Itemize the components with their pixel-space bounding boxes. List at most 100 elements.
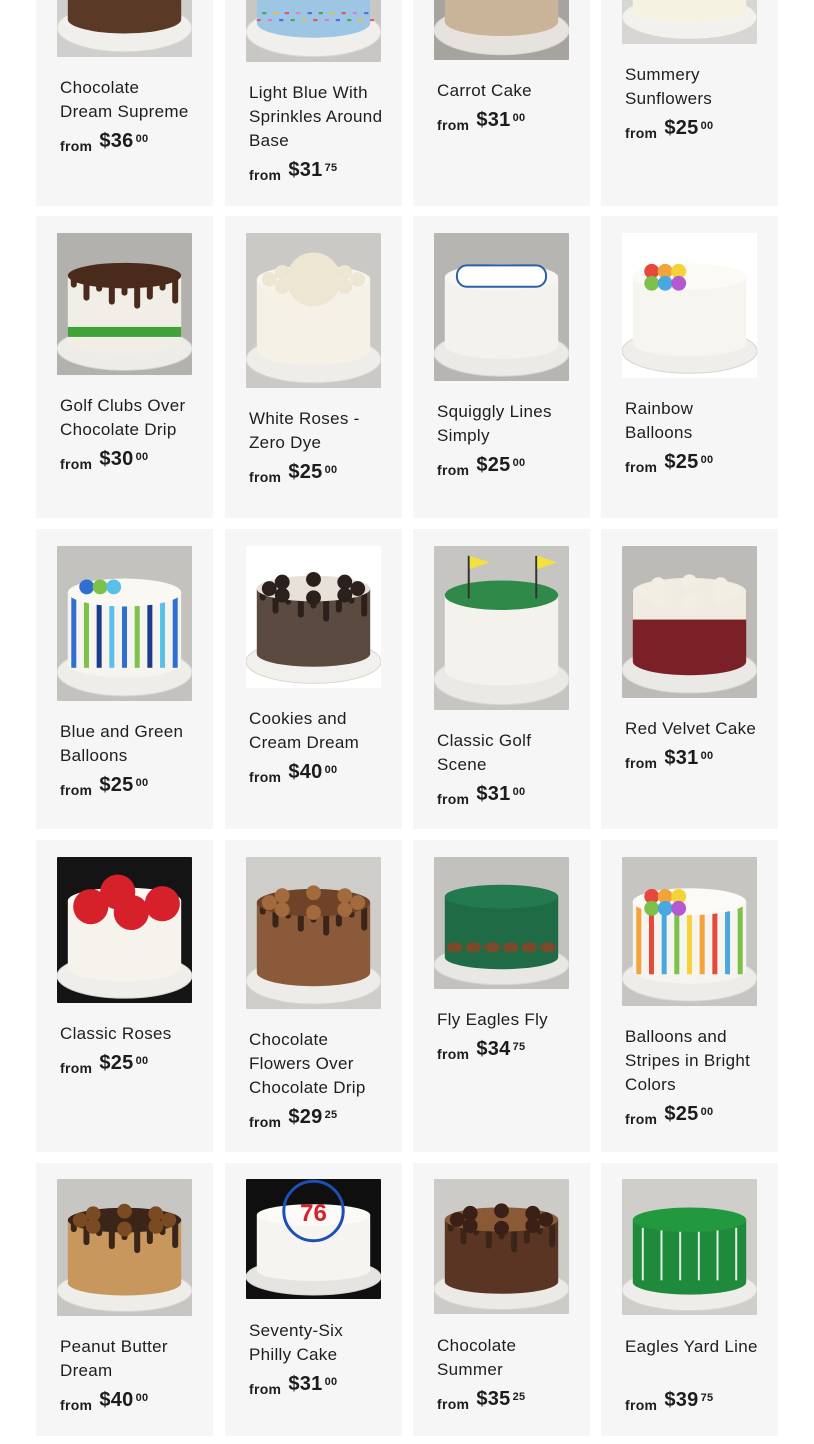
price-cents: 25 bbox=[324, 1109, 338, 1121]
svg-text:76: 76 bbox=[300, 1200, 327, 1227]
product-image[interactable] bbox=[434, 233, 569, 381]
product-card[interactable]: Chocolate Dream Supreme from $36 00 bbox=[36, 0, 213, 206]
product-card[interactable]: Squiggly Lines Simply from $25 00 bbox=[413, 216, 590, 518]
product-image[interactable] bbox=[434, 1179, 569, 1314]
product-price: from $30 00 bbox=[60, 448, 148, 472]
product-image[interactable] bbox=[434, 0, 569, 60]
product-card[interactable]: Summery Sunflowers from $25 00 bbox=[601, 0, 778, 206]
price-cents: 00 bbox=[135, 1392, 149, 1404]
product-card[interactable]: Carrot Cake from $31 00 bbox=[413, 0, 590, 206]
product-title[interactable]: White Roses - Zero Dye bbox=[249, 407, 384, 455]
product-title[interactable]: Blue and Green Balloons bbox=[60, 720, 195, 768]
price-from-label: from bbox=[249, 469, 282, 485]
product-title[interactable]: Cookies and Cream Dream bbox=[249, 707, 384, 755]
product-image[interactable] bbox=[57, 233, 192, 375]
price-dollars: $25 bbox=[99, 774, 134, 796]
product-price: from $31 00 bbox=[437, 109, 525, 133]
product-image[interactable] bbox=[622, 1179, 757, 1315]
price-from-label: from bbox=[60, 1060, 93, 1076]
product-image[interactable]: 76 bbox=[246, 1179, 381, 1299]
price-cents: 75 bbox=[700, 1392, 714, 1404]
price-from-label: from bbox=[437, 1396, 470, 1412]
product-title[interactable]: Red Velvet Cake bbox=[625, 717, 760, 741]
price-from-label: from bbox=[625, 755, 658, 771]
price-cents: 00 bbox=[324, 764, 338, 776]
product-image[interactable] bbox=[622, 233, 757, 378]
product-card[interactable]: Chocolate Summer from $35 25 bbox=[413, 1163, 590, 1436]
product-card[interactable]: Red Velvet Cake from $31 00 bbox=[601, 529, 778, 829]
price-from-label: from bbox=[60, 456, 93, 472]
price-from-label: from bbox=[249, 1381, 282, 1397]
price-cents: 00 bbox=[135, 1055, 149, 1067]
product-image[interactable] bbox=[246, 233, 381, 388]
product-card[interactable]: Cookies and Cream Dream from $40 00 bbox=[225, 529, 402, 829]
product-price: from $25 00 bbox=[437, 454, 525, 478]
price-dollars: $25 bbox=[664, 451, 699, 473]
product-card[interactable]: Classic Roses from $25 00 bbox=[36, 840, 213, 1152]
price-dollars: $35 bbox=[476, 1388, 511, 1410]
product-image[interactable] bbox=[246, 857, 381, 1009]
product-title[interactable]: Squiggly Lines Simply bbox=[437, 400, 572, 448]
product-card[interactable]: Light Blue With Sprinkles Around Base fro… bbox=[225, 0, 402, 206]
product-image[interactable] bbox=[246, 0, 381, 62]
product-image[interactable] bbox=[622, 546, 757, 698]
price-dollars: $25 bbox=[476, 454, 511, 476]
product-image[interactable] bbox=[57, 857, 192, 1003]
product-title[interactable]: Peanut Butter Dream bbox=[60, 1335, 195, 1383]
product-title[interactable]: Rainbow Balloons bbox=[625, 397, 760, 445]
price-from-label: from bbox=[60, 1397, 93, 1413]
product-card[interactable]: Chocolate Flowers Over Chocolate Drip fro… bbox=[225, 840, 402, 1152]
product-title[interactable]: Fly Eagles Fly bbox=[437, 1008, 572, 1032]
product-title[interactable]: Classic Golf Scene bbox=[437, 729, 572, 777]
product-image[interactable] bbox=[57, 546, 192, 701]
product-image[interactable] bbox=[246, 546, 381, 688]
price-dollars: $25 bbox=[288, 461, 323, 483]
price-from-label: from bbox=[625, 125, 658, 141]
product-card[interactable]: White Roses - Zero Dye from $25 00 bbox=[225, 216, 402, 518]
product-card[interactable]: Balloons and Stripes in Bright Colors fro… bbox=[601, 840, 778, 1152]
product-card[interactable]: Fly Eagles Fly from $34 75 bbox=[413, 840, 590, 1152]
product-title[interactable]: Eagles Yard Line bbox=[625, 1335, 760, 1359]
price-cents: 00 bbox=[700, 120, 714, 132]
product-card[interactable]: 76 Seventy-Six Philly Cake from $31 00 bbox=[225, 1163, 402, 1436]
product-price: from $25 00 bbox=[625, 451, 713, 475]
product-card[interactable]: Golf Clubs Over Chocolate Drip from $30 00 bbox=[36, 216, 213, 518]
product-title[interactable]: Chocolate Flowers Over Chocolate Drip bbox=[249, 1028, 384, 1100]
product-title[interactable]: Light Blue With Sprinkles Around Base bbox=[249, 81, 384, 153]
product-card[interactable]: Blue and Green Balloons from $25 00 bbox=[36, 529, 213, 829]
product-image[interactable] bbox=[622, 0, 757, 44]
price-cents: 75 bbox=[512, 1041, 526, 1053]
product-title[interactable]: Chocolate Dream Supreme bbox=[60, 76, 195, 124]
product-image[interactable] bbox=[57, 0, 192, 57]
product-image[interactable] bbox=[622, 857, 757, 1006]
product-card[interactable]: Peanut Butter Dream from $40 00 bbox=[36, 1163, 213, 1436]
product-image[interactable] bbox=[434, 546, 569, 710]
product-title[interactable]: Carrot Cake bbox=[437, 79, 572, 103]
product-price: from $25 00 bbox=[60, 1052, 148, 1076]
price-dollars: $31 bbox=[664, 747, 699, 769]
product-title[interactable]: Golf Clubs Over Chocolate Drip bbox=[60, 394, 195, 442]
product-title[interactable]: Chocolate Summer bbox=[437, 1334, 572, 1382]
price-cents: 00 bbox=[324, 464, 338, 476]
price-from-label: from bbox=[60, 138, 93, 154]
product-image[interactable] bbox=[57, 1179, 192, 1316]
price-cents: 75 bbox=[324, 162, 338, 174]
product-card[interactable]: Rainbow Balloons from $25 00 bbox=[601, 216, 778, 518]
product-price: from $31 00 bbox=[249, 1373, 337, 1397]
product-card[interactable]: Eagles Yard Line from $39 75 bbox=[601, 1163, 778, 1436]
price-from-label: from bbox=[437, 1046, 470, 1062]
price-dollars: $25 bbox=[99, 1052, 134, 1074]
price-cents: 25 bbox=[512, 1391, 526, 1403]
product-title[interactable]: Classic Roses bbox=[60, 1022, 195, 1046]
price-cents: 00 bbox=[512, 786, 526, 798]
product-title[interactable]: Seventy-Six Philly Cake bbox=[249, 1319, 384, 1367]
product-title[interactable]: Balloons and Stripes in Bright Colors bbox=[625, 1025, 760, 1097]
product-price: from $34 75 bbox=[437, 1038, 525, 1062]
price-dollars: $40 bbox=[99, 1389, 134, 1411]
product-image[interactable] bbox=[434, 857, 569, 989]
price-from-label: from bbox=[249, 1114, 282, 1130]
product-card[interactable]: Classic Golf Scene from $31 00 bbox=[413, 529, 590, 829]
product-price: from $31 00 bbox=[625, 747, 713, 771]
product-title[interactable]: Summery Sunflowers bbox=[625, 63, 760, 111]
price-cents: 00 bbox=[700, 1106, 714, 1118]
